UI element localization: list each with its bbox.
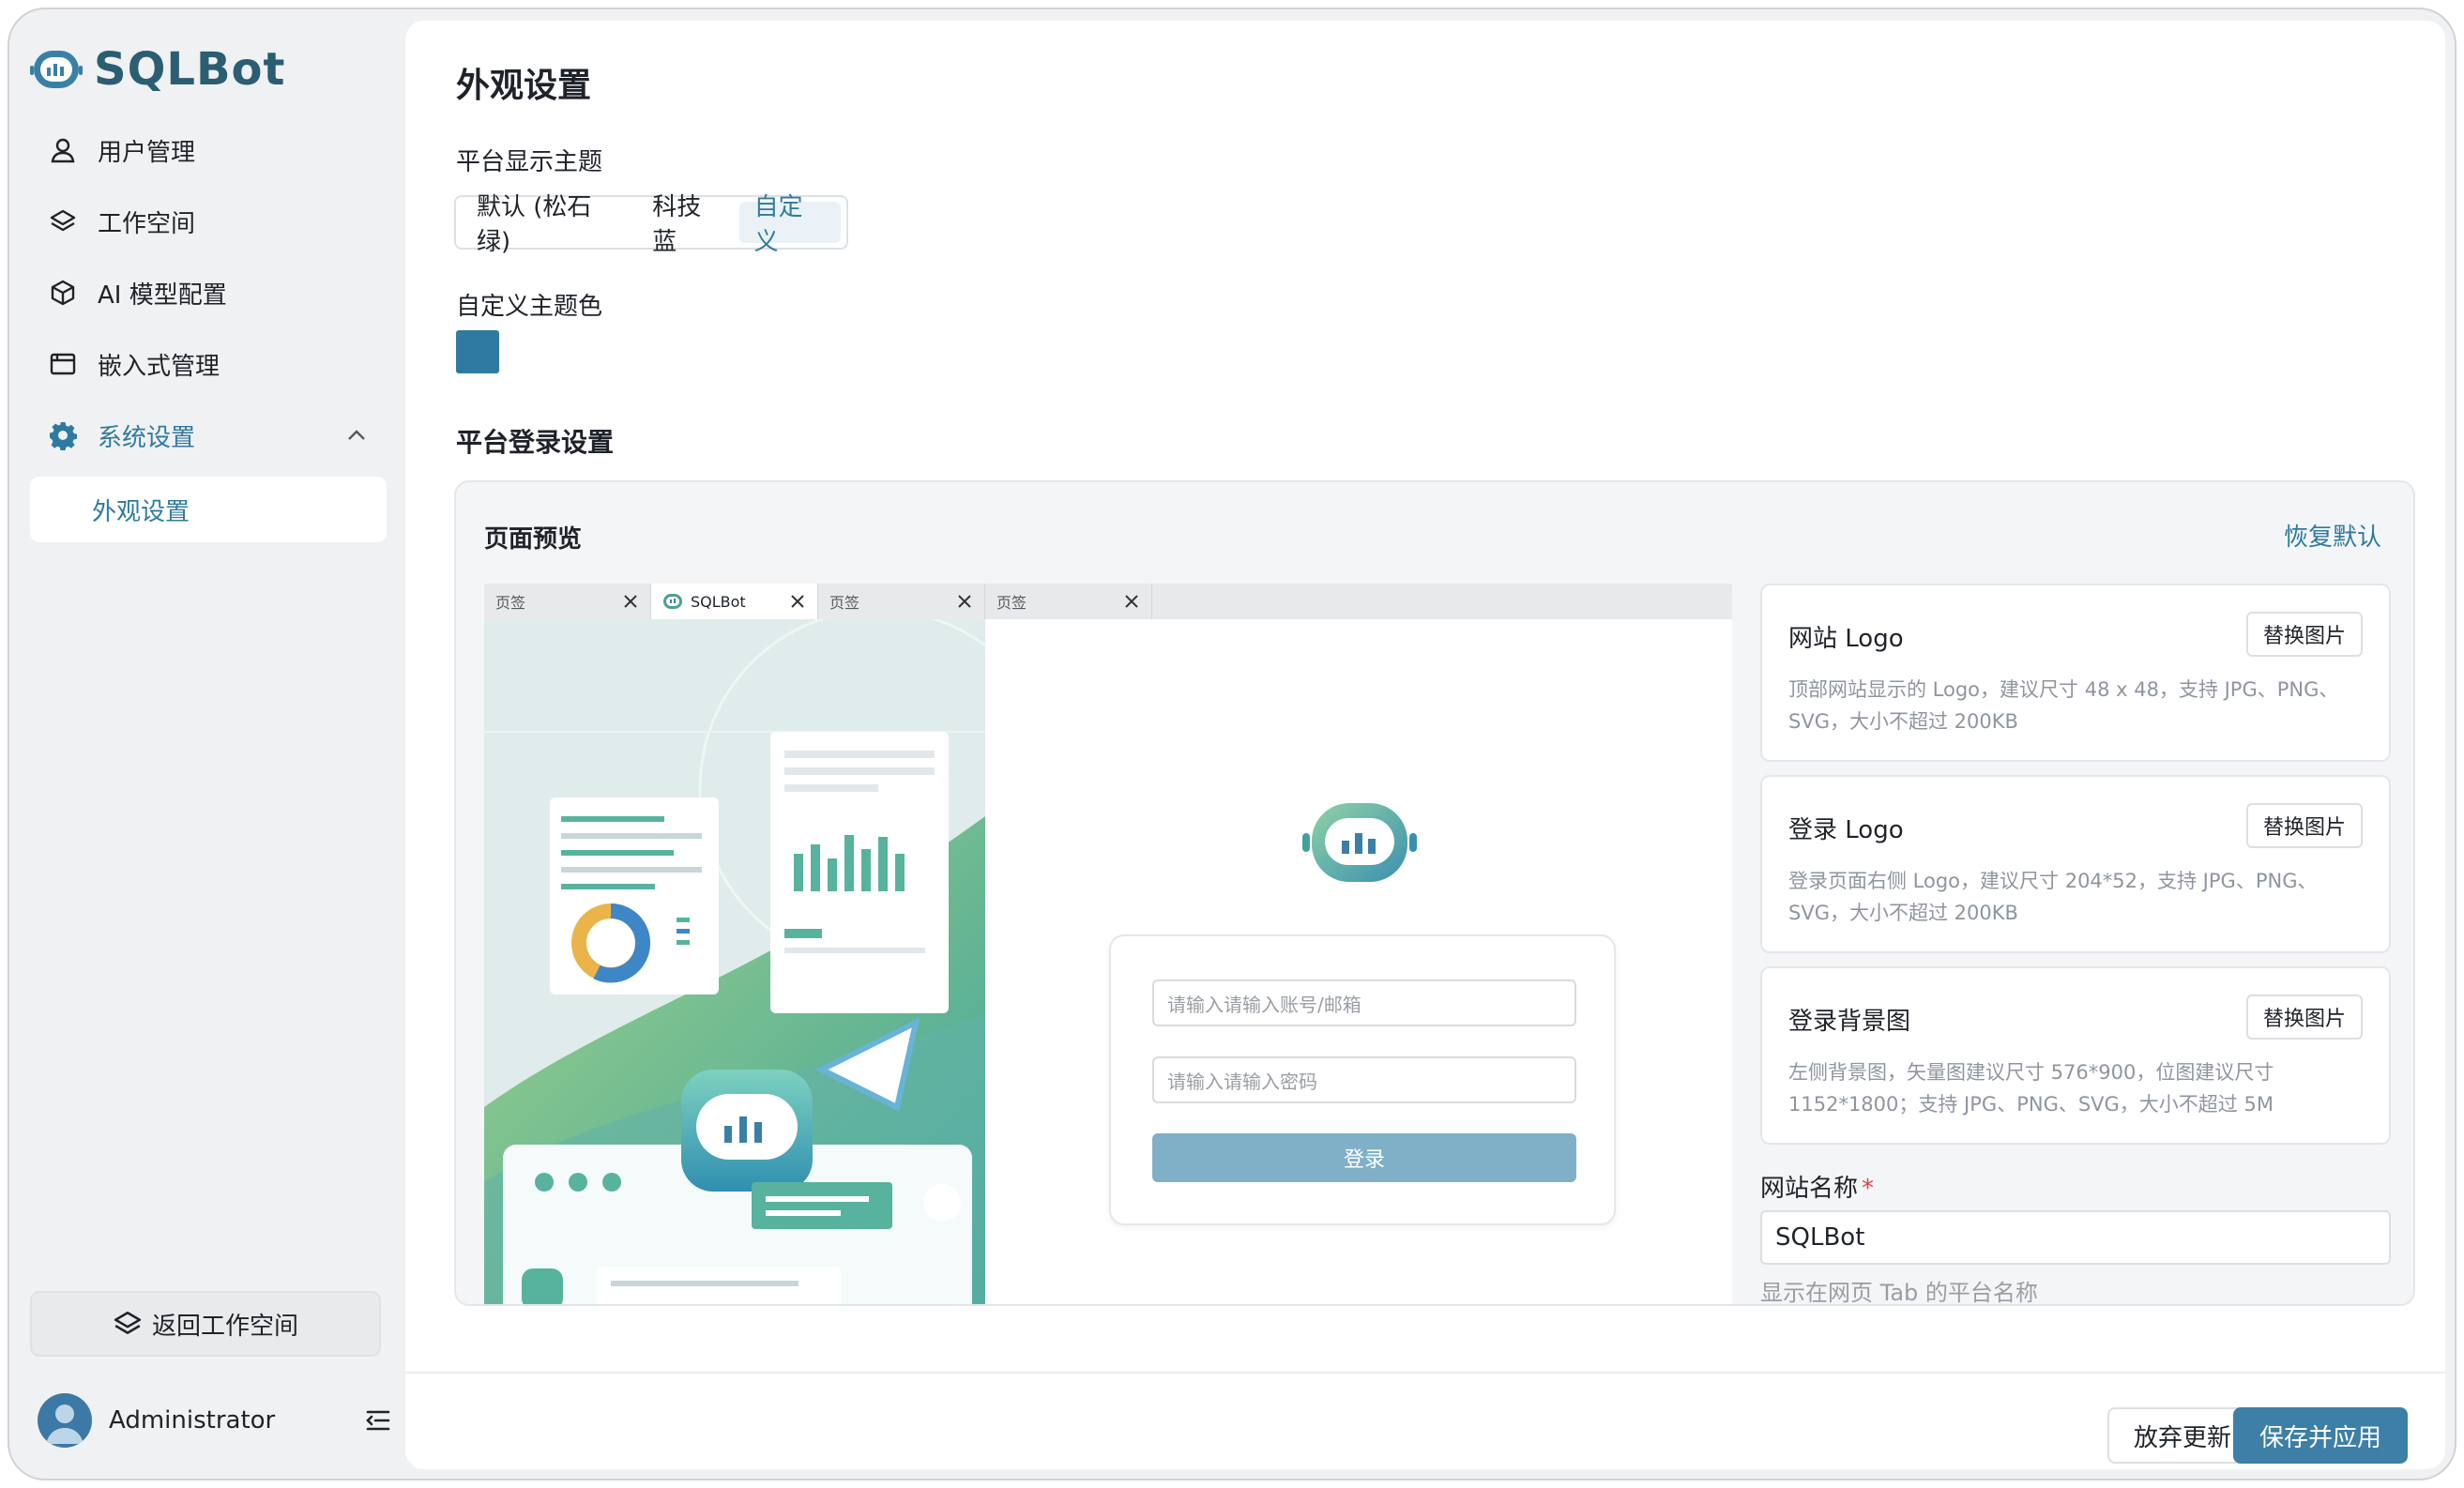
preview-title: 页面预览 bbox=[484, 525, 583, 554]
back-button-label: 返回工作空间 bbox=[151, 1312, 298, 1341]
close-icon bbox=[1125, 595, 1138, 608]
user-icon bbox=[47, 134, 79, 166]
preview-card: 页面预览 恢复默认 页签 SQLBot 页签 页签 请输入请输入账号/邮箱 请输… bbox=[454, 480, 2415, 1306]
sidebar-item-label: 嵌入式管理 bbox=[98, 352, 221, 381]
back-to-workspace-button[interactable]: 返回工作空间 bbox=[30, 1291, 381, 1357]
login-background-illustration bbox=[484, 619, 985, 1304]
layers-icon bbox=[114, 1311, 142, 1334]
login-logo-card: 登录 Logo 替换图片 登录页面右侧 Logo，建议尺寸 204*52，支持 … bbox=[1760, 775, 2391, 953]
login-background-card: 登录背景图 替换图片 左侧背景图，矢量图建议尺寸 576*900，位图建议尺寸 … bbox=[1760, 966, 2391, 1145]
tab-label: 页签 bbox=[495, 594, 526, 612]
upload-card-desc: 左侧背景图，矢量图建议尺寸 576*900，位图建议尺寸 1152*1800；支… bbox=[1788, 1061, 2274, 1116]
theme-option-default[interactable]: 默认 (松石绿) bbox=[462, 193, 637, 256]
main-panel: 外观设置 平台显示主题 默认 (松石绿) 科技蓝 自定义 自定义主题色 平台登录… bbox=[405, 21, 2445, 1469]
theme-segmented-control: 默认 (松石绿) 科技蓝 自定义 bbox=[454, 193, 848, 256]
upload-card-desc: 顶部网站显示的 Logo，建议尺寸 48 x 48，支持 JPG、PNG、SVG… bbox=[1788, 678, 2339, 733]
theme-option-tech-blue[interactable]: 科技蓝 bbox=[637, 193, 738, 256]
close-icon bbox=[958, 595, 971, 608]
sqlbot-logo-icon bbox=[1302, 803, 1417, 882]
sidebar-item-system-settings[interactable]: 系统设置 bbox=[30, 400, 387, 471]
layers-icon bbox=[47, 205, 79, 237]
sidebar-item-label: 用户管理 bbox=[98, 138, 196, 167]
sidebar-item-user-management[interactable]: 用户管理 bbox=[30, 114, 387, 186]
sidebar-menu: 用户管理 工作空间 AI 模型配置 嵌入式管理 系统设置 外观设置 bbox=[30, 114, 387, 542]
restore-default-link[interactable]: 恢复默认 bbox=[2284, 518, 2381, 553]
required-mark: * bbox=[1862, 1175, 1875, 1203]
replace-image-button[interactable]: 替换图片 bbox=[2245, 803, 2363, 848]
site-name-help: 显示在网页 Tab 的平台名称 bbox=[1760, 1280, 2038, 1306]
browser-preview: 页签 SQLBot 页签 页签 请输入请输入账号/邮箱 请输入请输入密码 登录 bbox=[484, 584, 1732, 1304]
upload-settings: 网站 Logo 替换图片 顶部网站显示的 Logo，建议尺寸 48 x 48，支… bbox=[1760, 584, 2391, 1306]
custom-color-swatch[interactable] bbox=[456, 330, 499, 373]
upload-card-title: 网站 Logo bbox=[1788, 625, 1904, 653]
sidebar-item-label: 系统设置 bbox=[98, 423, 196, 452]
upload-card-desc: 登录页面右侧 Logo，建议尺寸 204*52，支持 JPG、PNG、SVG，大… bbox=[1788, 870, 2318, 924]
login-button[interactable]: 登录 bbox=[1152, 1133, 1576, 1182]
close-icon bbox=[624, 595, 637, 608]
sidebar-subitem-label: 外观设置 bbox=[92, 497, 190, 526]
login-settings-title: 平台登录设置 bbox=[456, 427, 615, 458]
user-name: Administrator bbox=[109, 1406, 276, 1435]
cube-icon bbox=[47, 277, 79, 309]
sidebar-item-embedded[interactable]: 嵌入式管理 bbox=[30, 328, 387, 400]
browser-tab: 页签 bbox=[985, 584, 1152, 619]
site-name-label-text: 网站名称 bbox=[1760, 1175, 1859, 1203]
save-apply-button[interactable]: 保存并应用 bbox=[2232, 1407, 2408, 1464]
login-form-area: 请输入请输入账号/邮箱 请输入请输入密码 登录 bbox=[985, 619, 1732, 1304]
custom-color-label: 自定义主题色 bbox=[456, 293, 603, 321]
gear-icon bbox=[47, 419, 79, 451]
page-title: 外观设置 bbox=[456, 67, 592, 105]
upload-card-title: 登录背景图 bbox=[1788, 1008, 1911, 1036]
tab-label: 页签 bbox=[829, 594, 860, 612]
browser-tab-bar: 页签 SQLBot 页签 页签 bbox=[484, 584, 1732, 619]
footer-bar: 放弃更新 保存并应用 bbox=[405, 1372, 2445, 1469]
theme-option-custom[interactable]: 自定义 bbox=[738, 193, 841, 256]
brand-name: SQLBot bbox=[94, 43, 286, 96]
sidebar-subitem-appearance[interactable]: 外观设置 bbox=[30, 477, 387, 542]
user-profile[interactable]: Administrator bbox=[38, 1390, 394, 1450]
tab-label: SQLBot bbox=[691, 592, 746, 611]
close-icon bbox=[791, 595, 804, 608]
replace-image-button[interactable]: 替换图片 bbox=[2245, 612, 2363, 657]
window-icon bbox=[47, 348, 79, 380]
upload-card-title: 登录 Logo bbox=[1788, 816, 1904, 844]
chevron-up-icon[interactable] bbox=[343, 422, 370, 448]
browser-tab: 页签 bbox=[484, 584, 651, 619]
collapse-sidebar-icon[interactable] bbox=[362, 1404, 394, 1436]
site-name-input[interactable]: SQLBot bbox=[1760, 1210, 2391, 1265]
theme-label: 平台显示主题 bbox=[456, 148, 603, 176]
sidebar-item-label: AI 模型配置 bbox=[98, 281, 227, 310]
sidebar-item-workspace[interactable]: 工作空间 bbox=[30, 186, 387, 257]
sidebar: SQLBot 用户管理 工作空间 AI 模型配置 嵌入式管理 系统设置 外观设置… bbox=[9, 9, 405, 1479]
site-logo-card: 网站 Logo 替换图片 顶部网站显示的 Logo，建议尺寸 48 x 48，支… bbox=[1760, 584, 2391, 762]
login-box: 请输入请输入账号/邮箱 请输入请输入密码 登录 bbox=[1109, 934, 1616, 1225]
username-input[interactable]: 请输入请输入账号/邮箱 bbox=[1152, 979, 1576, 1026]
brand: SQLBot bbox=[30, 41, 285, 98]
browser-tab-active: SQLBot bbox=[651, 584, 818, 619]
avatar[interactable] bbox=[38, 1393, 92, 1448]
sidebar-item-label: 工作空间 bbox=[98, 209, 196, 238]
password-input[interactable]: 请输入请输入密码 bbox=[1152, 1056, 1576, 1103]
app-window: SQLBot 用户管理 工作空间 AI 模型配置 嵌入式管理 系统设置 外观设置… bbox=[8, 8, 2456, 1480]
tab-label: 页签 bbox=[996, 594, 1027, 612]
site-name-label: 网站名称 * bbox=[1760, 1169, 1874, 1204]
replace-image-button[interactable]: 替换图片 bbox=[2245, 995, 2363, 1040]
sqlbot-logo-icon bbox=[30, 51, 83, 88]
sidebar-item-ai-model[interactable]: AI 模型配置 bbox=[30, 257, 387, 328]
browser-tab: 页签 bbox=[818, 584, 985, 619]
sqlbot-logo-icon bbox=[663, 594, 682, 609]
